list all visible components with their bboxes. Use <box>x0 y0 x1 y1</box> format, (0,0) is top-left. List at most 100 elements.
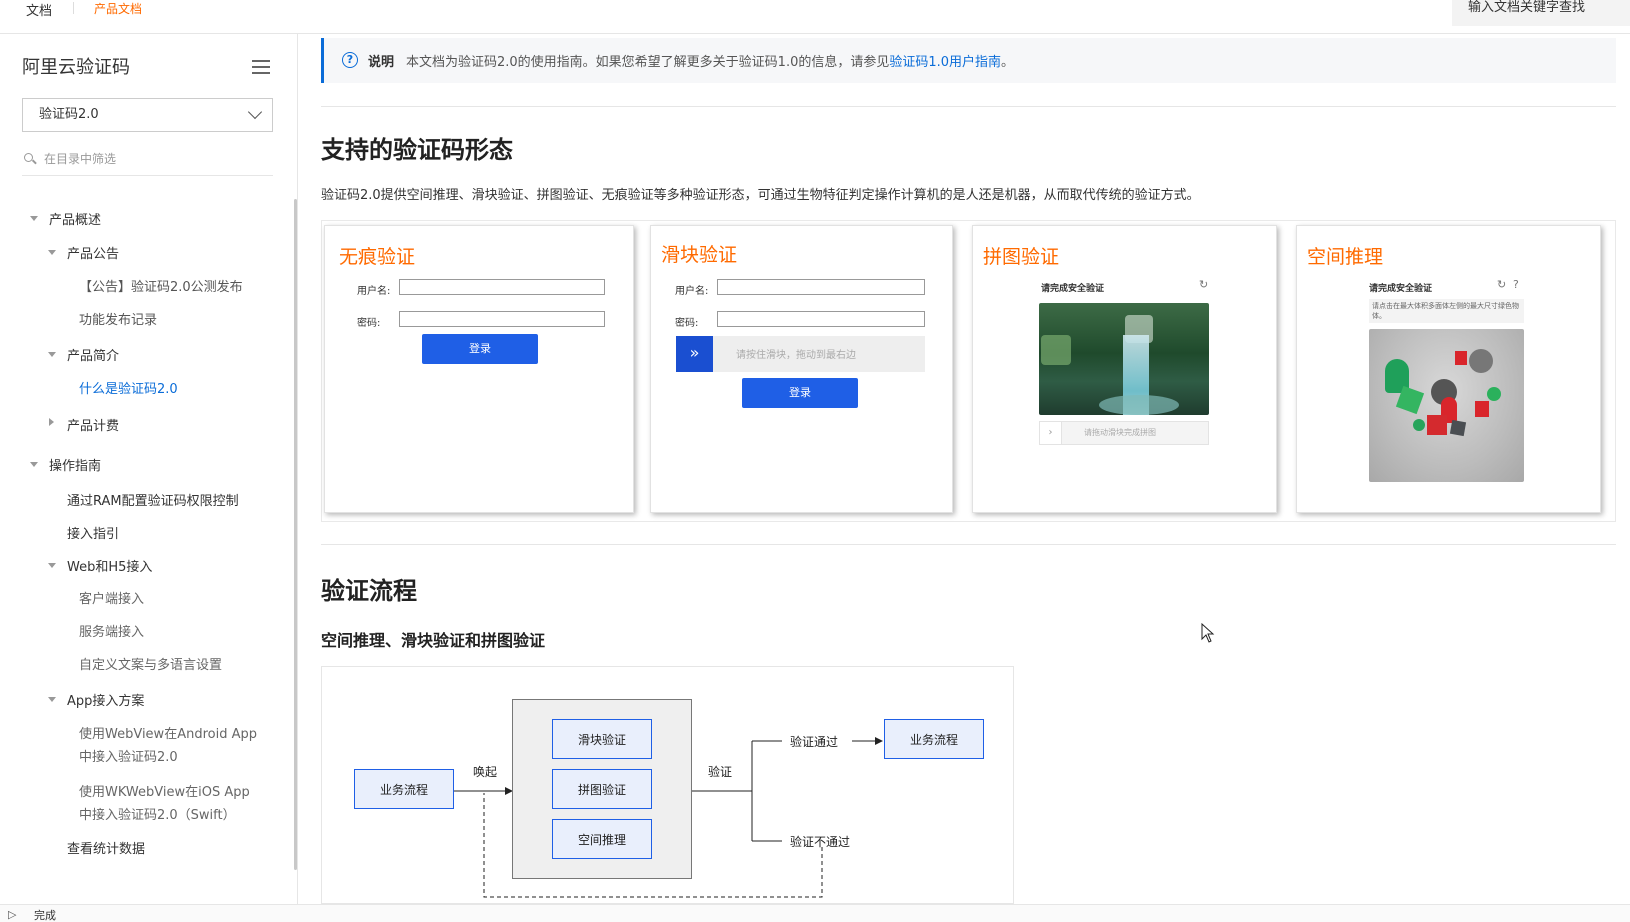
nav-item-billing[interactable]: 产品计费 <box>67 415 119 434</box>
spatial-instruction: 请点击在最大体积多面体左侧的最大尺寸绿色物体。 <box>1369 299 1524 323</box>
puzzle-slider-hint: 请拖动滑块完成拼图 <box>1084 428 1156 437</box>
nav-item-label: 中接入验证码2.0 <box>79 750 178 765</box>
status-text: 完成 <box>34 909 56 922</box>
red-cube <box>1427 415 1447 435</box>
spatial-scene-image <box>1369 329 1524 482</box>
expand-arrow-icon[interactable] <box>30 216 38 221</box>
captcha-forms-figure: 无痕验证 用户名: 密码: 登录 滑块验证 用户名: 密码: » 请按住滑块，拖… <box>321 220 1616 522</box>
section-subheading: 空间推理、滑块验证和拼图验证 <box>321 631 546 650</box>
card-title: 无痕验证 <box>339 246 416 268</box>
product-docs-link[interactable]: 产品文档 <box>94 0 142 17</box>
question-circle-icon: ? <box>342 52 358 68</box>
section-heading-flow: 验证流程 <box>321 577 417 605</box>
flow-spatial-box: 空间推理 <box>552 819 652 859</box>
username-input <box>399 279 605 295</box>
card-title: 滑块验证 <box>661 244 738 266</box>
notice-text: 本文档为验证码2.0的使用指南。如果您希望了解更多关于验证码1.0的信息，请参见… <box>406 55 1015 70</box>
expand-arrow-icon[interactable] <box>48 352 56 357</box>
card-title: 拼图验证 <box>983 246 1060 268</box>
nav-item-what-is-captcha[interactable]: 什么是验证码2.0 <box>79 378 178 397</box>
nav-item-label: 中接入验证码2.0（Swift） <box>79 808 236 823</box>
version-select-value: 验证码2.0 <box>39 107 99 122</box>
double-chevron-right-icon: » <box>676 336 713 372</box>
password-input <box>717 311 925 327</box>
green-sphere <box>1413 419 1425 431</box>
nav-item-client-access[interactable]: 客户端接入 <box>79 588 144 607</box>
puzzle-image <box>1039 303 1209 415</box>
status-bar: ▷ 完成 <box>0 904 1630 922</box>
slider-track: » 请按住滑块，拖动到最右边 <box>676 336 925 372</box>
slider-hint: 请按住滑块，拖动到最右边 <box>736 350 856 361</box>
catalog-filter-placeholder: 在目录中筛选 <box>44 152 117 166</box>
chevron-right-icon: › <box>1040 422 1062 444</box>
gray-cube <box>1449 419 1467 437</box>
green-sphere <box>1487 387 1501 401</box>
doc-search-input[interactable]: 输入文档关键字查找 <box>1452 0 1630 26</box>
verify-label: 验证 <box>708 765 733 779</box>
verification-flow-diagram: 业务流程 唤起 滑块验证 拼图验证 空间推理 验证 验证通过 验证不通过 业务流… <box>321 666 1014 904</box>
captcha-v1-guide-link[interactable]: 验证码1.0用户指南 <box>889 55 1001 70</box>
nav-item-product-intro[interactable]: 产品简介 <box>67 345 119 364</box>
sidebar-title: 阿里云验证码 <box>22 57 130 78</box>
spatial-header: 请完成安全验证 <box>1369 284 1433 294</box>
card-puzzle: 拼图验证 请完成安全验证 ↻ › 请拖动滑块完成拼图 <box>972 225 1277 513</box>
nav-item-custom-text[interactable]: 自定义文案与多语言设置 <box>79 654 222 673</box>
mouse-cursor-icon <box>1201 623 1215 643</box>
flow-slider-box: 滑块验证 <box>552 719 652 759</box>
menu-toggle-icon[interactable] <box>252 60 270 74</box>
nav-item-server-access[interactable]: 服务端接入 <box>79 621 144 640</box>
username-input <box>717 279 925 295</box>
chevron-down-icon <box>247 104 263 120</box>
password-label: 密码: <box>357 318 381 329</box>
panel-toggle-icon[interactable]: ▷ <box>8 908 16 921</box>
catalog-filter-input[interactable]: 在目录中筛选 <box>22 150 273 176</box>
collapse-arrow-icon[interactable] <box>49 418 54 426</box>
notice-title: 说明 <box>368 55 395 70</box>
expand-arrow-icon[interactable] <box>30 462 38 467</box>
username-label: 用户名: <box>675 286 709 297</box>
card-traceless: 无痕验证 用户名: 密码: 登录 <box>324 225 634 513</box>
pool <box>1099 395 1179 415</box>
nav-item-public-beta[interactable]: 【公告】验证码2.0公测发布 <box>79 276 243 295</box>
nav-item-ios-wkwebview[interactable]: 使用WKWebView在iOS App 中接入验证码2.0（Swift） <box>79 781 250 827</box>
expand-arrow-icon[interactable] <box>48 697 56 702</box>
nav-item-web-h5[interactable]: Web和H5接入 <box>67 556 152 575</box>
expand-arrow-icon[interactable] <box>48 250 56 255</box>
divider <box>321 106 1616 107</box>
puzzle-slider: › 请拖动滑块完成拼图 <box>1039 421 1209 445</box>
fail-label: 验证不通过 <box>790 835 851 849</box>
nav-item-product-announcement[interactable]: 产品公告 <box>67 243 119 262</box>
login-button: 登录 <box>422 334 538 364</box>
nav-item-release-notes[interactable]: 功能发布记录 <box>79 309 157 328</box>
username-label: 用户名: <box>357 286 391 297</box>
nav-item-android-webview[interactable]: 使用WebView在Android App 中接入验证码2.0 <box>79 723 257 769</box>
version-select[interactable]: 验证码2.0 <box>22 98 273 132</box>
gray-sphere <box>1469 349 1493 373</box>
password-label: 密码: <box>675 318 699 329</box>
nav-item-label: 使用WebView在Android App <box>79 727 257 742</box>
refresh-icon: ↻ <box>1497 278 1507 291</box>
nav-item-access-guide[interactable]: 接入指引 <box>67 523 119 542</box>
nav-item-statistics[interactable]: 查看统计数据 <box>67 838 145 857</box>
login-button: 登录 <box>742 378 858 408</box>
search-icon <box>24 153 33 162</box>
divider <box>73 2 74 14</box>
divider <box>321 544 1616 545</box>
docs-nav-link[interactable]: 文档 <box>26 0 52 19</box>
sidebar: 阿里云验证码 验证码2.0 在目录中筛选 产品概述 产品公告 【公告】验证码2.… <box>0 34 298 904</box>
expand-arrow-icon[interactable] <box>48 563 56 568</box>
password-input <box>399 311 605 327</box>
nav-item-operation-guide[interactable]: 操作指南 <box>49 455 101 474</box>
puzzle-piece-slot <box>1041 335 1071 365</box>
red-cube <box>1455 351 1467 365</box>
nav-item-product-overview[interactable]: 产品概述 <box>49 209 101 228</box>
section-heading-forms: 支持的验证码形态 <box>321 136 513 164</box>
flow-start-box: 业务流程 <box>354 769 454 809</box>
nav-item-ram-config[interactable]: 通过RAM配置验证码权限控制 <box>67 490 239 509</box>
sidebar-scrollbar[interactable] <box>294 199 297 870</box>
red-cube <box>1475 401 1489 417</box>
invoke-label: 唤起 <box>473 765 498 779</box>
card-slider: 滑块验证 用户名: 密码: » 请按住滑块，拖动到最右边 登录 <box>650 225 953 513</box>
section-paragraph: 验证码2.0提供空间推理、滑块验证、拼图验证、无痕验证等多种验证形态，可通过生物… <box>321 188 1200 203</box>
nav-item-app-access[interactable]: App接入方案 <box>67 690 144 709</box>
